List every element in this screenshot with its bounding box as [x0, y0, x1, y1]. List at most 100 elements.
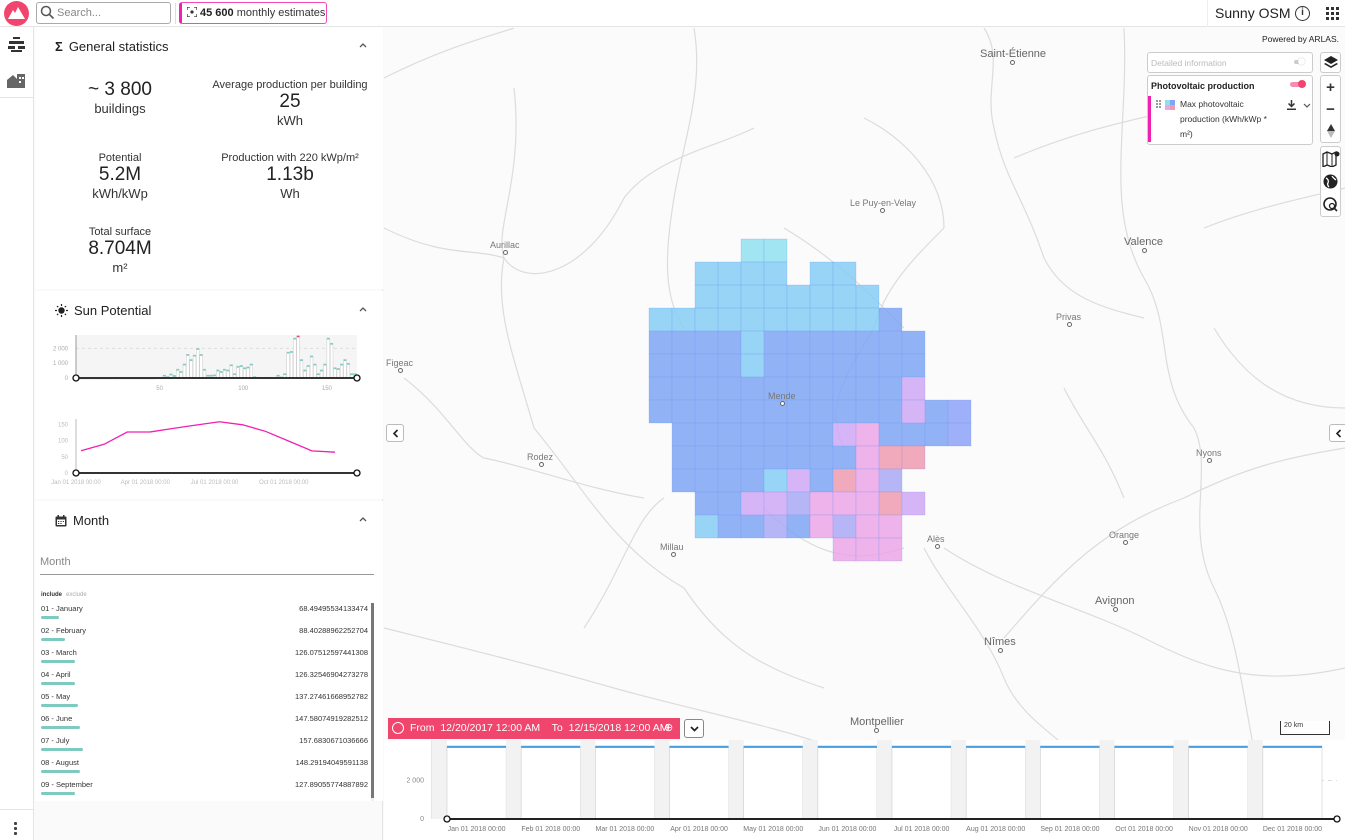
- grid-cell: [694, 399, 719, 424]
- detailed-information-switch[interactable]: [1294, 58, 1305, 65]
- grid-cell: [855, 514, 880, 539]
- powered-by-label: Powered by ARLAS.: [1261, 34, 1339, 44]
- chevron-up-icon[interactable]: [359, 41, 367, 49]
- general-statistics-card: Σ General statistics ~ 3 800 buildings A…: [35, 27, 383, 289]
- month-list-item[interactable]: 03 - March 126.07512597441308: [41, 645, 368, 667]
- chevron-up-icon[interactable]: [359, 515, 367, 523]
- map-settings-icon[interactable]: [1321, 147, 1340, 170]
- exclude-option[interactable]: exclude: [66, 592, 87, 598]
- general-statistics-header[interactable]: Σ General statistics: [55, 39, 169, 54]
- to-label: To: [551, 722, 563, 734]
- count-badge[interactable]: 45 600 monthly estimates: [179, 2, 327, 24]
- globe-icon[interactable]: [1321, 170, 1340, 193]
- stat-label: Potential: [98, 152, 142, 164]
- timezone-globe-icon[interactable]: ⊕: [664, 718, 673, 739]
- histogram-bar-cap: [320, 369, 323, 372]
- month-list: 01 - January 68.49495534133474 02 - Februa…: [35, 601, 383, 801]
- month-list-item[interactable]: 07 - July 157.6830671036666: [41, 733, 368, 755]
- sun-potential-header[interactable]: Sun Potential: [55, 303, 151, 318]
- grid-cell: [763, 307, 788, 332]
- monthly-potential-line-chart[interactable]: 0 50 100 150 Jan 01 2018 00:00 Apr 01 2018 00…: [35, 411, 383, 491]
- collapse-left-panel-button[interactable]: [386, 424, 404, 442]
- month-header[interactable]: Month: [55, 513, 109, 528]
- grid-cell: [809, 307, 834, 332]
- grid-cell: [901, 445, 926, 470]
- arlas-logo-icon[interactable]: [4, 1, 29, 26]
- month-list-item[interactable]: 04 - April 126.32546904273278: [41, 667, 368, 689]
- map-tool-buttons: [1320, 146, 1341, 217]
- compass-icon[interactable]: [1321, 120, 1340, 142]
- grid-cell: [671, 445, 696, 470]
- histogram-bar-cap: [246, 366, 250, 369]
- month-list-item[interactable]: 02 - February 88.40288962252704: [41, 623, 368, 645]
- more-vert-icon[interactable]: [14, 822, 18, 837]
- histogram-bar-cap: [199, 354, 203, 356]
- histogram-bar-cap: [243, 367, 247, 370]
- y-tick-label: 2 000: [406, 778, 424, 785]
- timeline-bar: [965, 745, 1026, 820]
- grid-cell: [832, 330, 857, 355]
- grid-cell: [878, 514, 903, 539]
- time-range-bar[interactable]: From 12/20/2017 12:00 AM To 12/15/2018 1…: [388, 718, 680, 739]
- month-filter-input[interactable]: Month: [40, 553, 374, 575]
- month-list-item[interactable]: 05 - May 137.27461668952782: [41, 689, 368, 711]
- grid-cell: [763, 284, 788, 309]
- grid-cell: [763, 491, 788, 516]
- search-icon: [40, 5, 55, 20]
- grid-cell: [832, 284, 857, 309]
- sun-potential-histogram[interactable]: 0 1 000 2 000 50 100 150: [35, 331, 383, 411]
- month-list-item[interactable]: 09 - September 127.89055774887892: [41, 777, 368, 799]
- drag-handle-icon[interactable]: [1156, 100, 1161, 108]
- grid-cell: [717, 261, 742, 286]
- expand-right-panel-button[interactable]: [1329, 424, 1345, 442]
- timeline-dropdown-button[interactable]: [684, 719, 704, 738]
- info-icon[interactable]: i: [1295, 6, 1310, 21]
- search-input[interactable]: [57, 5, 167, 21]
- x-tick-label: Jul 01 2018 00:00: [894, 826, 950, 833]
- solar-panel-icon[interactable]: [8, 37, 25, 53]
- timeline-bar-cap: [743, 745, 803, 748]
- histogram-bar-cap: [326, 337, 330, 340]
- buildings-icon[interactable]: [7, 73, 25, 88]
- chevron-left-icon: [392, 428, 398, 438]
- grid-cell: [717, 468, 742, 493]
- month-list-item[interactable]: 01 - January 68.49495534133474: [41, 601, 368, 623]
- geo-search-icon[interactable]: [1321, 193, 1340, 216]
- zoom-out-button[interactable]: −: [1321, 98, 1340, 120]
- x-tick-label: Jan 01 2018 00:00: [448, 826, 506, 833]
- grid-cell: [740, 445, 765, 470]
- month-list-item[interactable]: 06 - June 147.58074919282512: [41, 711, 368, 733]
- divider: [0, 97, 34, 98]
- grid-cell: [901, 353, 926, 378]
- zoom-in-button[interactable]: +: [1321, 76, 1340, 98]
- stat-unit: Wh: [280, 186, 300, 201]
- histogram-bar-cap: [336, 368, 340, 370]
- month-list-scrollbar[interactable]: [371, 603, 374, 801]
- grid-cell: [901, 422, 926, 447]
- detailed-information-toggle[interactable]: Detailed information: [1147, 52, 1313, 73]
- timeline-chart[interactable]: 0 2 000 Jan 01 2018 00:00 Feb 01 2018 00:00…: [384, 740, 1345, 840]
- grid-cell: [855, 537, 880, 562]
- clock-icon: [392, 722, 404, 734]
- stat-total-surface: Total surface 8.704M m²: [35, 226, 205, 276]
- apps-grid-icon[interactable]: [1326, 7, 1339, 20]
- month-list-item[interactable]: 08 - August 148.29194049591138: [41, 755, 368, 777]
- grid-cell: [855, 284, 880, 309]
- include-option[interactable]: include: [41, 592, 62, 598]
- stat-value: 5.2M: [98, 164, 142, 185]
- histogram-bar: [199, 354, 203, 379]
- stat-buildings: ~ 3 800 buildings: [35, 79, 205, 117]
- city-label: Mende: [768, 391, 796, 406]
- histogram-bar: [296, 335, 300, 379]
- map[interactable]: Saint-Étienne Le Puy-en-Velay Valence Auril…: [384, 28, 1345, 840]
- grid-cell: [717, 491, 742, 516]
- grid-cell: [878, 353, 903, 378]
- layers-icon[interactable]: [1320, 52, 1341, 73]
- grid-cell: [832, 422, 857, 447]
- grid-cell: [740, 376, 765, 401]
- chevron-down-icon[interactable]: [1303, 102, 1311, 110]
- chevron-up-icon[interactable]: [359, 305, 367, 313]
- search-box[interactable]: [36, 2, 171, 24]
- layer-group-switch[interactable]: [1290, 80, 1306, 88]
- download-icon[interactable]: [1287, 100, 1296, 110]
